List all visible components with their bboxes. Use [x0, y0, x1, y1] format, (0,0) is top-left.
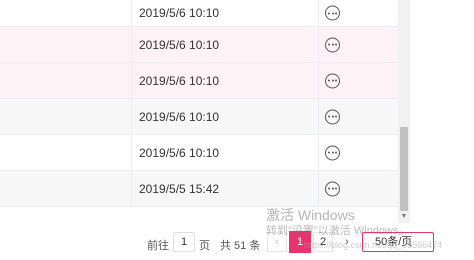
- more-options-icon[interactable]: [325, 145, 340, 160]
- more-options-icon[interactable]: [325, 5, 340, 21]
- column-divider: [318, 135, 319, 170]
- scroll-down-arrow-icon[interactable]: ▼: [400, 213, 408, 221]
- column-divider: [318, 171, 319, 206]
- time-cell: 2019/5/6 10:10: [139, 109, 220, 124]
- blog-url-watermark: https://blog.csdn.net/qq_35566474: [304, 240, 443, 250]
- time-cell: 2019/5/6 10:10: [139, 145, 220, 160]
- more-options-icon[interactable]: [325, 37, 340, 52]
- table-row[interactable]: 2019/5/6 10:10: [0, 63, 398, 99]
- total-count: 共 51 条: [220, 240, 261, 252]
- activate-windows-hint: 转到"设置"以激活 Windows。: [266, 225, 410, 237]
- column-divider: [318, 27, 319, 62]
- goto-label: 前往: [147, 240, 169, 252]
- time-cell: 2019/5/6 10:10: [139, 73, 220, 88]
- page-suffix-label: 页: [199, 240, 210, 252]
- goto-page-input[interactable]: 1: [173, 232, 195, 252]
- time-cell: 2019/5/6 10:10: [139, 37, 220, 52]
- more-options-icon[interactable]: [325, 73, 340, 88]
- time-cell: 2019/5/6 10:10: [139, 6, 220, 20]
- more-options-icon[interactable]: [325, 109, 340, 124]
- column-divider: [131, 63, 132, 98]
- column-divider: [131, 27, 132, 62]
- table-row[interactable]: 2019/5/6 10:10: [0, 27, 398, 63]
- table-row[interactable]: 2019/5/6 10:10: [0, 0, 398, 27]
- column-divider: [318, 99, 319, 134]
- scrollbar-thumb[interactable]: [400, 127, 408, 211]
- column-divider: [318, 0, 319, 26]
- column-divider: [131, 135, 132, 170]
- column-divider: [131, 171, 132, 206]
- right-blank-area: [410, 0, 474, 223]
- table-row[interactable]: 2019/5/6 10:10: [0, 135, 398, 171]
- column-divider: [131, 0, 132, 26]
- column-divider: [318, 63, 319, 98]
- column-divider: [131, 99, 132, 134]
- time-cell: 2019/5/5 15:42: [139, 181, 220, 196]
- table-row[interactable]: 2019/5/6 10:10: [0, 99, 398, 135]
- data-table: 2019/5/6 10:10 2019/5/6 10:10 2019/5/6 1…: [0, 0, 398, 207]
- table-row[interactable]: 2019/5/5 15:42: [0, 171, 398, 207]
- more-options-icon[interactable]: [325, 181, 340, 196]
